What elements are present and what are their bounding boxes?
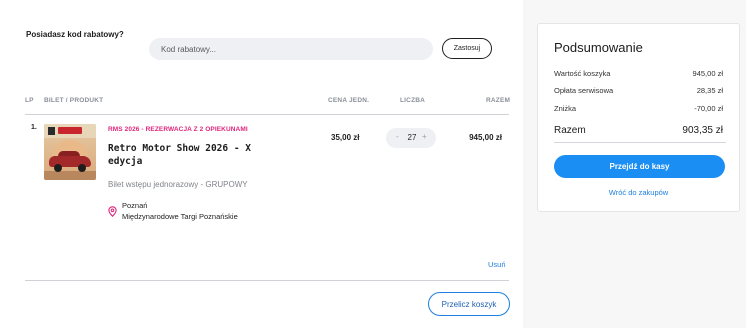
- table-divider-bottom: [25, 280, 509, 281]
- discount-label: Zniżka: [554, 104, 577, 113]
- header-product: BILET / PRODUKT: [44, 97, 104, 104]
- header-quantity: LICZBA: [400, 97, 426, 104]
- event-city: Poznań: [122, 201, 148, 210]
- apply-coupon-button[interactable]: Zastosuj: [442, 38, 492, 59]
- summary-divider: [554, 142, 726, 143]
- coupon-question: Posiadasz kod rabatowy?: [26, 30, 124, 39]
- quantity-value[interactable]: 27: [405, 133, 419, 142]
- increase-quantity-button[interactable]: +: [422, 132, 427, 141]
- event-venue: Międzynarodowe Targi Poznańskie: [122, 212, 238, 221]
- event-tag: RMS 2026 - REZERWACJA Z 2 OPIEKUNAMI: [108, 126, 248, 133]
- header-unit-price: CENA JEDN.: [328, 97, 370, 104]
- service-fee-label: Opłata serwisowa: [554, 86, 614, 95]
- order-summary: Podsumowanie Wartość koszyka 945,00 zł O…: [537, 23, 740, 212]
- back-to-shopping-link[interactable]: Wróć do zakupów: [538, 188, 739, 197]
- recalculate-cart-button[interactable]: Przelicz koszyk: [428, 292, 510, 316]
- cart-value-label: Wartość koszyka: [554, 69, 611, 78]
- summary-title: Podsumowanie: [554, 40, 643, 55]
- decrease-quantity-button[interactable]: -: [396, 132, 399, 141]
- row-number: 1.: [31, 124, 37, 131]
- discount-value: -70,00 zł: [694, 104, 723, 113]
- row-total: 945,00 zł: [469, 133, 502, 142]
- cart-main: Posiadasz kod rabatowy? Zastosuj LP BILE…: [0, 0, 523, 328]
- event-thumbnail[interactable]: [44, 124, 96, 180]
- cart-value: 945,00 zł: [692, 69, 723, 78]
- ticket-type: Bilet wstępu jednorazowy - GRUPOWY: [108, 180, 248, 189]
- header-lp: LP: [25, 97, 34, 104]
- map-pin-icon: [108, 206, 117, 217]
- table-divider-top: [25, 114, 509, 115]
- event-title[interactable]: Retro Motor Show 2026 - X edycja: [108, 142, 268, 168]
- coupon-input[interactable]: [149, 38, 433, 60]
- checkout-button[interactable]: Przejdź do kasy: [554, 155, 725, 178]
- quantity-stepper[interactable]: - 27 +: [386, 128, 436, 148]
- remove-item-link[interactable]: Usuń: [488, 260, 506, 269]
- summary-total: 903,35 zł: [682, 125, 723, 136]
- unit-price: 35,00 zł: [331, 133, 360, 142]
- summary-total-label: Razem: [554, 125, 586, 136]
- service-fee: 28,35 zł: [696, 86, 723, 95]
- header-total: RAZEM: [486, 97, 511, 104]
